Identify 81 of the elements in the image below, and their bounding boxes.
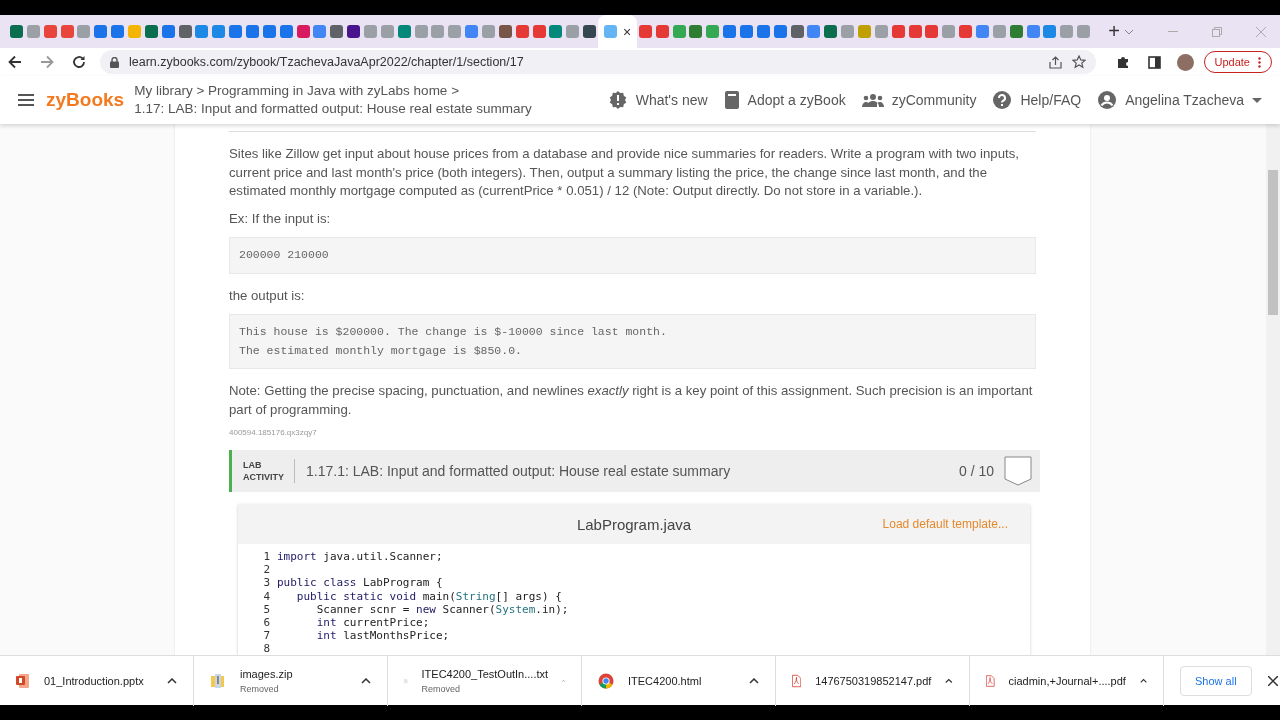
breadcrumb-link[interactable]: My library > Programming in Java with zyLabs home >: [134, 82, 532, 100]
section-title: 1.17: LAB: Input and formatted output: House real estate summary: [134, 100, 532, 118]
browser-tab[interactable]: ×: [598, 15, 637, 48]
line-number: 3: [262, 576, 271, 590]
download-status: Removed: [240, 683, 280, 694]
new-tab-button[interactable]: +: [1104, 20, 1124, 43]
file-name: images.zip: [240, 667, 294, 680]
download-status: Removed: [421, 683, 462, 694]
activity-label: ACTIVITY: [243, 471, 284, 483]
close-tab-button[interactable]: ×: [623, 23, 632, 40]
code-line: Scanner scnr = new Scanner(System.in);: [315, 602, 569, 616]
forward-icon[interactable]: [40, 55, 54, 69]
lock-icon: [110, 56, 119, 68]
presentation-file-icon: [16, 672, 30, 689]
show-all-button[interactable]: Show all: [1180, 665, 1252, 696]
line-number: 8: [262, 642, 271, 655]
line-number: 7: [262, 629, 271, 643]
code-editor[interactable]: [238, 504, 1030, 655]
close-icon[interactable]: [1267, 675, 1278, 686]
menu-icon[interactable]: [18, 94, 34, 106]
more-icon: [1258, 56, 1261, 68]
line-number: 1: [262, 550, 271, 564]
line-number: 2: [262, 563, 271, 577]
output-label: the output is:: [229, 286, 306, 305]
chevron-up-icon[interactable]: [1139, 677, 1147, 684]
archive-file-icon: [210, 672, 226, 689]
input-example: 200000 210000: [229, 237, 1036, 274]
line-number: 4: [262, 589, 271, 603]
badge-icon: [607, 90, 628, 110]
share-icon[interactable]: [1048, 55, 1062, 69]
nav-link[interactable]: What's new: [607, 90, 708, 110]
star-icon[interactable]: [1071, 55, 1086, 69]
side-panel-icon[interactable]: [1147, 55, 1161, 69]
caret-icon: [1252, 97, 1262, 103]
pdf-file-icon: [986, 672, 995, 689]
pdf-file-icon: [792, 672, 802, 689]
code-line: public static void main(String[] args) {: [295, 589, 562, 603]
profile-avatar[interactable]: [1176, 53, 1194, 71]
code-line: int lastMonthsPrice;: [315, 629, 450, 643]
address-bar[interactable]: learn.zybooks.com/zybook/TzachevaJavaApr2022/chapter/1/section/17: [100, 50, 1096, 74]
chevron-up-icon[interactable]: [167, 677, 177, 684]
file-name: ITEC4200_TestOutIn....txt: [421, 667, 549, 680]
badge-icon: [1004, 456, 1032, 486]
output-example: This house is $200000. The change is $-10000 since last month. The estimated monthly mortgage is $850.0.: [229, 314, 1036, 369]
code-line: import java.util.Scanner;: [277, 550, 443, 564]
code-line: public class LabProgram {: [277, 576, 443, 590]
people-icon: [861, 92, 884, 108]
line-number: 6: [262, 615, 271, 630]
score-text: 0 / 10: [958, 463, 994, 479]
file-name: ITEC4200.html: [628, 674, 703, 687]
nav-link[interactable]: zyCommunity: [861, 92, 977, 108]
chevron-up-icon[interactable]: [361, 677, 371, 684]
user-icon: [1097, 90, 1118, 110]
nav-link[interactable]: Help/FAQ: [992, 90, 1082, 110]
back-icon[interactable]: [8, 55, 22, 69]
file-name: 1476750319852147.pdf: [815, 674, 932, 687]
nav-link[interactable]: Angelina Tzacheva: [1097, 90, 1262, 110]
tab-search-icon[interactable]: [1124, 28, 1134, 35]
chevron-up-icon[interactable]: [749, 677, 759, 684]
code-line: int currentPrice;: [315, 615, 430, 630]
book-icon: [723, 90, 740, 110]
chevron-up-icon[interactable]: [945, 677, 953, 684]
reload-icon[interactable]: [72, 55, 86, 69]
puzzle-icon[interactable]: [1115, 55, 1130, 69]
file-name: ciadmin,+Journal+....pdf: [1008, 674, 1126, 687]
minimize-icon[interactable]: [1168, 30, 1178, 33]
activity-title: 1.17.1: LAB: Input and formatted output: House real estate summary: [306, 463, 731, 479]
note-paragraph: Note: Getting the precise spacing, punctuation, and newlines exactly right is a key point of this assignment. Such precision is an important part of programming.: [229, 382, 1034, 419]
activity-label: LAB: [243, 459, 263, 471]
restore-icon[interactable]: [1212, 26, 1222, 37]
line-number: 5: [262, 602, 271, 616]
instructions-paragraph: Sites like Zillow get input about house prices from a database and provide nice summaries for readers. Write a program with two inputs, current price and last month's price (both integers). Then, output a summary listing the price, the change since last month, and the estimated monthly mortgage computed as (currentPrice * 0.051) / 12 (Note: Output directly. Do not store in a variable.).: [229, 145, 1020, 200]
help-icon: [992, 90, 1013, 110]
nav-link[interactable]: Adopt a zyBook: [723, 90, 846, 110]
file-name: 01_Introduction.pptx: [44, 674, 145, 687]
url-text: learn.zybooks.com/zybook/TzachevaJavaApr2022/chapter/1/section/17: [129, 55, 524, 69]
file-name: LabProgram.java: [576, 515, 692, 533]
id-text: 400594.185176.qx3zqy7: [229, 428, 317, 437]
browser-logo-icon: [598, 672, 614, 689]
update-button[interactable]: Update: [1203, 51, 1272, 73]
example-label: Ex: If the input is:: [229, 209, 332, 228]
